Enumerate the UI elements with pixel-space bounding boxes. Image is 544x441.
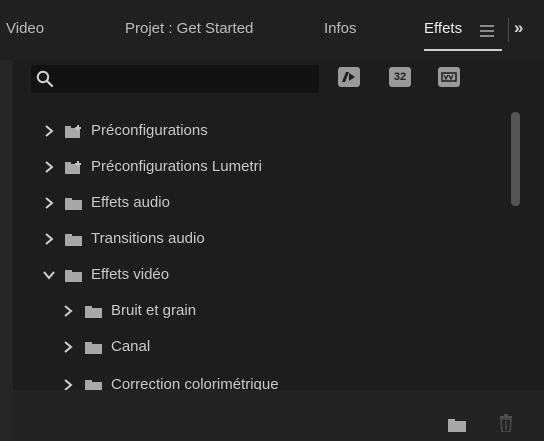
yuv-icon — [441, 72, 457, 82]
tab-divider — [508, 18, 509, 42]
tree-item-bruit-et-grain[interactable]: Bruit et grain — [13, 294, 513, 330]
chevron-right-icon[interactable] — [43, 161, 55, 173]
tree-item-effets-video[interactable]: Effets vidéo — [13, 258, 513, 294]
active-tab-underline — [424, 49, 502, 51]
32bit-label: 32 — [393, 71, 407, 83]
tree-item-label: Canal — [111, 338, 151, 355]
effects-panel: Video Projet : Get Started Infos Effets … — [0, 0, 544, 441]
folder-icon — [65, 270, 82, 282]
folder-icon — [85, 306, 102, 318]
tree-item-label: Effets audio — [91, 194, 170, 211]
chevron-right-icon[interactable] — [43, 233, 55, 245]
tree-item-preconfigurations-lumetri[interactable]: Préconfigurations Lumetri — [13, 150, 513, 186]
search-input[interactable] — [60, 67, 314, 93]
32bit-color-filter-button[interactable]: 32 — [389, 67, 411, 87]
tree-item-correction-colorimetrique[interactable]: Correction colorimétrique — [13, 368, 513, 390]
yuv-filter-button[interactable] — [438, 67, 460, 87]
tree-item-label: Effets vidéo — [91, 266, 170, 283]
tree-item-label: Préconfigurations — [91, 122, 208, 139]
folder-icon — [65, 198, 82, 210]
tree-item-label: Préconfigurations Lumetri — [91, 158, 262, 175]
folder-icon — [85, 380, 102, 390]
search-icon — [36, 70, 54, 88]
panel-tab-bar — [0, 0, 544, 60]
tab-video[interactable]: Video — [6, 20, 44, 37]
tree-item-label: Bruit et grain — [111, 302, 197, 319]
tree-item-label: Correction colorimétrique — [111, 376, 279, 390]
effects-tree: Préconfigurations Préconfigurations Lume… — [13, 112, 523, 390]
tree-item-effets-audio[interactable]: Effets audio — [13, 186, 513, 222]
chevron-right-icon[interactable] — [62, 379, 74, 390]
chevron-right-icon[interactable] — [43, 197, 55, 209]
tab-infos[interactable]: Infos — [324, 20, 357, 37]
tab-project[interactable]: Projet : Get Started — [125, 20, 253, 37]
tree-item-transitions-audio[interactable]: Transitions audio — [13, 222, 513, 258]
scrollbar-thumb[interactable] — [511, 112, 520, 206]
tree-scrollbar[interactable] — [509, 112, 523, 390]
hamburger-menu-icon[interactable] — [480, 25, 494, 37]
tab-overflow-button[interactable]: » — [514, 18, 524, 38]
panel-footer — [13, 390, 544, 441]
tree-item-preconfigurations[interactable]: Préconfigurations — [13, 114, 513, 150]
new-bin-icon[interactable] — [448, 418, 466, 432]
preset-folder-icon — [65, 125, 81, 138]
accelerated-effects-filter-button[interactable] — [338, 67, 360, 87]
tab-effects[interactable]: Effets — [424, 20, 462, 37]
accelerated-effects-icon — [342, 72, 355, 82]
folder-icon — [65, 234, 82, 246]
tree-item-canal[interactable]: Canal — [13, 330, 513, 366]
chevron-down-icon[interactable] — [43, 269, 55, 281]
trash-icon[interactable] — [499, 414, 513, 432]
folder-icon — [85, 342, 102, 354]
chevron-right-icon[interactable] — [43, 125, 55, 137]
left-panel-edge — [0, 60, 13, 441]
chevron-right-icon[interactable] — [62, 341, 74, 353]
chevron-right-icon[interactable] — [62, 305, 74, 317]
tree-item-label: Transitions audio — [91, 230, 205, 247]
preset-folder-icon — [65, 161, 81, 174]
